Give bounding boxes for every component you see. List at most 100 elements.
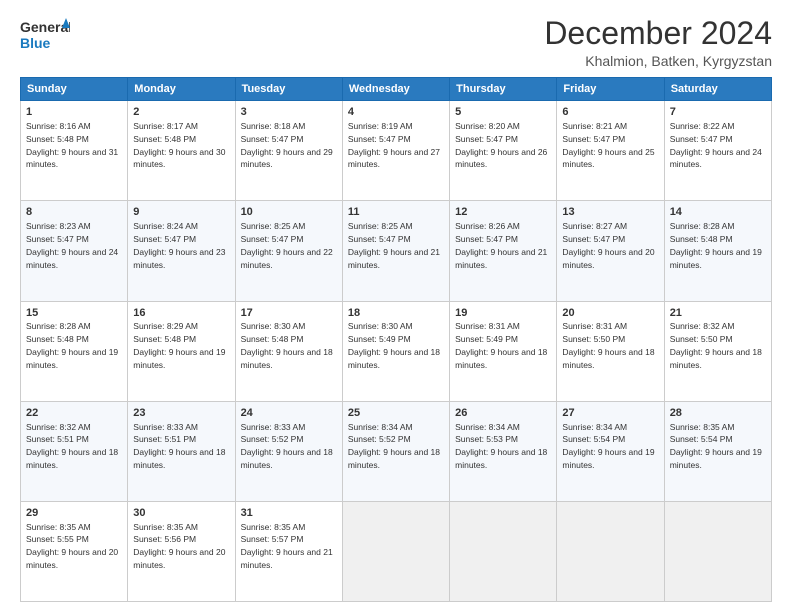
cell-details: Sunrise: 8:25 AMSunset: 5:47 PMDaylight:… (348, 221, 440, 269)
cell-details: Sunrise: 8:30 AMSunset: 5:48 PMDaylight:… (241, 321, 333, 369)
calendar-body: 1 Sunrise: 8:16 AMSunset: 5:48 PMDayligh… (21, 101, 772, 602)
calendar-week-row: 15 Sunrise: 8:28 AMSunset: 5:48 PMDaylig… (21, 301, 772, 401)
calendar-cell: 12 Sunrise: 8:26 AMSunset: 5:47 PMDaylig… (450, 201, 557, 301)
calendar-cell (664, 501, 771, 601)
calendar-header-row: SundayMondayTuesdayWednesdayThursdayFrid… (21, 78, 772, 101)
day-number: 31 (241, 506, 337, 521)
cell-details: Sunrise: 8:35 AMSunset: 5:56 PMDaylight:… (133, 522, 225, 570)
cell-details: Sunrise: 8:34 AMSunset: 5:52 PMDaylight:… (348, 422, 440, 470)
day-number: 30 (133, 506, 229, 521)
day-number: 7 (670, 105, 766, 120)
weekday-header-thursday: Thursday (450, 78, 557, 101)
cell-details: Sunrise: 8:34 AMSunset: 5:54 PMDaylight:… (562, 422, 654, 470)
day-number: 22 (26, 406, 122, 421)
cell-details: Sunrise: 8:32 AMSunset: 5:50 PMDaylight:… (670, 321, 762, 369)
page: General Blue December 2024 Khalmion, Bat… (0, 0, 792, 612)
calendar-cell: 23 Sunrise: 8:33 AMSunset: 5:51 PMDaylig… (128, 401, 235, 501)
subtitle: Khalmion, Batken, Kyrgyzstan (544, 53, 772, 69)
calendar-cell: 8 Sunrise: 8:23 AMSunset: 5:47 PMDayligh… (21, 201, 128, 301)
day-number: 1 (26, 105, 122, 120)
calendar-cell: 28 Sunrise: 8:35 AMSunset: 5:54 PMDaylig… (664, 401, 771, 501)
cell-details: Sunrise: 8:21 AMSunset: 5:47 PMDaylight:… (562, 121, 654, 169)
calendar-cell: 10 Sunrise: 8:25 AMSunset: 5:47 PMDaylig… (235, 201, 342, 301)
calendar-cell: 21 Sunrise: 8:32 AMSunset: 5:50 PMDaylig… (664, 301, 771, 401)
day-number: 21 (670, 306, 766, 321)
cell-details: Sunrise: 8:34 AMSunset: 5:53 PMDaylight:… (455, 422, 547, 470)
cell-details: Sunrise: 8:31 AMSunset: 5:49 PMDaylight:… (455, 321, 547, 369)
weekday-header-wednesday: Wednesday (342, 78, 449, 101)
main-title: December 2024 (544, 16, 772, 51)
calendar-cell: 25 Sunrise: 8:34 AMSunset: 5:52 PMDaylig… (342, 401, 449, 501)
cell-details: Sunrise: 8:25 AMSunset: 5:47 PMDaylight:… (241, 221, 333, 269)
day-number: 5 (455, 105, 551, 120)
calendar-cell (342, 501, 449, 601)
day-number: 2 (133, 105, 229, 120)
svg-text:Blue: Blue (20, 35, 51, 51)
calendar-cell: 1 Sunrise: 8:16 AMSunset: 5:48 PMDayligh… (21, 101, 128, 201)
calendar-cell: 27 Sunrise: 8:34 AMSunset: 5:54 PMDaylig… (557, 401, 664, 501)
calendar-week-row: 29 Sunrise: 8:35 AMSunset: 5:55 PMDaylig… (21, 501, 772, 601)
cell-details: Sunrise: 8:35 AMSunset: 5:57 PMDaylight:… (241, 522, 333, 570)
day-number: 9 (133, 205, 229, 220)
calendar-cell: 20 Sunrise: 8:31 AMSunset: 5:50 PMDaylig… (557, 301, 664, 401)
cell-details: Sunrise: 8:32 AMSunset: 5:51 PMDaylight:… (26, 422, 118, 470)
cell-details: Sunrise: 8:22 AMSunset: 5:47 PMDaylight:… (670, 121, 762, 169)
weekday-header-tuesday: Tuesday (235, 78, 342, 101)
cell-details: Sunrise: 8:33 AMSunset: 5:51 PMDaylight:… (133, 422, 225, 470)
weekday-header-monday: Monday (128, 78, 235, 101)
day-number: 27 (562, 406, 658, 421)
cell-details: Sunrise: 8:16 AMSunset: 5:48 PMDaylight:… (26, 121, 118, 169)
cell-details: Sunrise: 8:20 AMSunset: 5:47 PMDaylight:… (455, 121, 547, 169)
day-number: 12 (455, 205, 551, 220)
day-number: 25 (348, 406, 444, 421)
calendar-cell: 29 Sunrise: 8:35 AMSunset: 5:55 PMDaylig… (21, 501, 128, 601)
cell-details: Sunrise: 8:35 AMSunset: 5:55 PMDaylight:… (26, 522, 118, 570)
cell-details: Sunrise: 8:23 AMSunset: 5:47 PMDaylight:… (26, 221, 118, 269)
cell-details: Sunrise: 8:24 AMSunset: 5:47 PMDaylight:… (133, 221, 225, 269)
day-number: 28 (670, 406, 766, 421)
cell-details: Sunrise: 8:35 AMSunset: 5:54 PMDaylight:… (670, 422, 762, 470)
calendar-cell (557, 501, 664, 601)
calendar-cell (450, 501, 557, 601)
calendar-week-row: 1 Sunrise: 8:16 AMSunset: 5:48 PMDayligh… (21, 101, 772, 201)
day-number: 4 (348, 105, 444, 120)
day-number: 16 (133, 306, 229, 321)
cell-details: Sunrise: 8:29 AMSunset: 5:48 PMDaylight:… (133, 321, 225, 369)
day-number: 15 (26, 306, 122, 321)
calendar-cell: 16 Sunrise: 8:29 AMSunset: 5:48 PMDaylig… (128, 301, 235, 401)
calendar-cell: 18 Sunrise: 8:30 AMSunset: 5:49 PMDaylig… (342, 301, 449, 401)
day-number: 17 (241, 306, 337, 321)
calendar-table: SundayMondayTuesdayWednesdayThursdayFrid… (20, 77, 772, 602)
day-number: 11 (348, 205, 444, 220)
cell-details: Sunrise: 8:17 AMSunset: 5:48 PMDaylight:… (133, 121, 225, 169)
day-number: 29 (26, 506, 122, 521)
calendar-cell: 3 Sunrise: 8:18 AMSunset: 5:47 PMDayligh… (235, 101, 342, 201)
cell-details: Sunrise: 8:26 AMSunset: 5:47 PMDaylight:… (455, 221, 547, 269)
calendar-cell: 24 Sunrise: 8:33 AMSunset: 5:52 PMDaylig… (235, 401, 342, 501)
day-number: 13 (562, 205, 658, 220)
calendar-cell: 26 Sunrise: 8:34 AMSunset: 5:53 PMDaylig… (450, 401, 557, 501)
logo-svg: General Blue (20, 16, 70, 58)
day-number: 18 (348, 306, 444, 321)
calendar-cell: 2 Sunrise: 8:17 AMSunset: 5:48 PMDayligh… (128, 101, 235, 201)
day-number: 20 (562, 306, 658, 321)
cell-details: Sunrise: 8:33 AMSunset: 5:52 PMDaylight:… (241, 422, 333, 470)
calendar-cell: 5 Sunrise: 8:20 AMSunset: 5:47 PMDayligh… (450, 101, 557, 201)
cell-details: Sunrise: 8:28 AMSunset: 5:48 PMDaylight:… (670, 221, 762, 269)
day-number: 6 (562, 105, 658, 120)
weekday-header-sunday: Sunday (21, 78, 128, 101)
day-number: 26 (455, 406, 551, 421)
calendar-cell: 6 Sunrise: 8:21 AMSunset: 5:47 PMDayligh… (557, 101, 664, 201)
calendar-cell: 30 Sunrise: 8:35 AMSunset: 5:56 PMDaylig… (128, 501, 235, 601)
cell-details: Sunrise: 8:19 AMSunset: 5:47 PMDaylight:… (348, 121, 440, 169)
calendar-cell: 22 Sunrise: 8:32 AMSunset: 5:51 PMDaylig… (21, 401, 128, 501)
calendar-cell: 14 Sunrise: 8:28 AMSunset: 5:48 PMDaylig… (664, 201, 771, 301)
cell-details: Sunrise: 8:18 AMSunset: 5:47 PMDaylight:… (241, 121, 333, 169)
weekday-header-saturday: Saturday (664, 78, 771, 101)
calendar-cell: 11 Sunrise: 8:25 AMSunset: 5:47 PMDaylig… (342, 201, 449, 301)
day-number: 3 (241, 105, 337, 120)
calendar-cell: 31 Sunrise: 8:35 AMSunset: 5:57 PMDaylig… (235, 501, 342, 601)
header: General Blue December 2024 Khalmion, Bat… (20, 16, 772, 69)
calendar-cell: 13 Sunrise: 8:27 AMSunset: 5:47 PMDaylig… (557, 201, 664, 301)
calendar-cell: 4 Sunrise: 8:19 AMSunset: 5:47 PMDayligh… (342, 101, 449, 201)
